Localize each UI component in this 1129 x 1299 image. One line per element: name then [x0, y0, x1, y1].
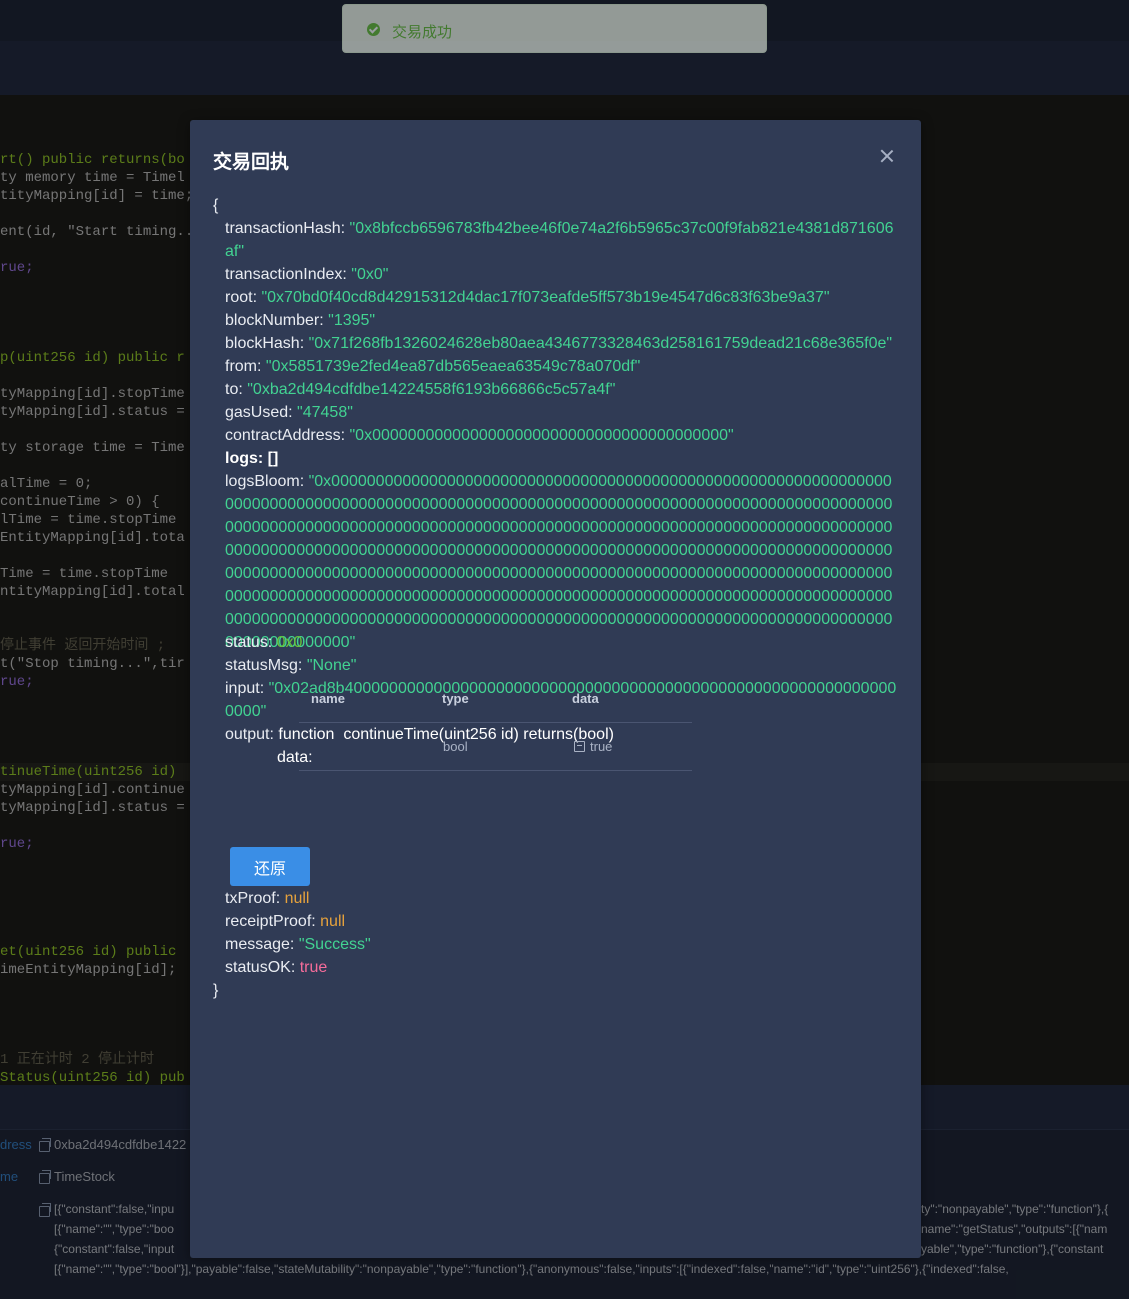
- field-status: status: 0x0: [225, 634, 303, 651]
- field-logs-bloom: logsBloom: "0x00000000000000000000000000…: [225, 473, 893, 651]
- field-logs: logs: []: [225, 450, 279, 467]
- field-status-ok: statusOK: true: [225, 959, 328, 976]
- cell-data: true: [574, 739, 612, 754]
- receipt-dialog: 交易回执 { transactionHash: "0x8bfccb6596783…: [190, 120, 921, 1258]
- field-contract-address: contractAddress: "0x00000000000000000000…: [225, 427, 734, 444]
- close-brace: }: [213, 982, 219, 999]
- dialog-title: 交易回执: [213, 152, 290, 173]
- field-gas-used: gasUsed: "47458": [225, 404, 353, 421]
- field-tx-proof: txProof: null: [225, 890, 310, 907]
- column-header-data: data: [572, 691, 599, 706]
- field-transaction-index: transactionIndex: "0x0": [225, 266, 389, 283]
- field-to: to: "0xba2d494cdfdbe14224558f6193b66866c…: [225, 381, 616, 398]
- field-root: root: "0x70bd0f40cd8d42915312d4dac17f073…: [225, 289, 830, 306]
- close-icon[interactable]: [879, 148, 895, 164]
- field-message: message: "Success": [225, 936, 371, 953]
- column-header-type: type: [442, 691, 469, 706]
- field-from: from: "0x5851739e2fed4ea87db565eaea63549…: [225, 358, 641, 375]
- field-block-number: blockNumber: "1395": [225, 312, 376, 329]
- table-row: bool true: [299, 723, 692, 771]
- restore-button[interactable]: 还原: [230, 847, 310, 886]
- success-toast: 交易成功: [342, 4, 767, 53]
- field-receipt-proof: receiptProof: null: [225, 913, 346, 930]
- cell-type: bool: [443, 739, 468, 754]
- success-check-icon: [367, 23, 380, 36]
- save-icon: [574, 741, 585, 752]
- toast-message: 交易成功: [392, 24, 453, 41]
- field-transaction-hash: transactionHash: "0x8bfccb6596783fb42bee…: [225, 220, 894, 260]
- field-status-msg: statusMsg: "None": [225, 657, 357, 674]
- open-brace: {: [213, 197, 219, 214]
- table-header: name type data: [299, 675, 692, 723]
- column-header-name: name: [311, 691, 345, 706]
- field-block-hash: blockHash: "0x71f268fb1326024628eb80aea4…: [225, 335, 893, 352]
